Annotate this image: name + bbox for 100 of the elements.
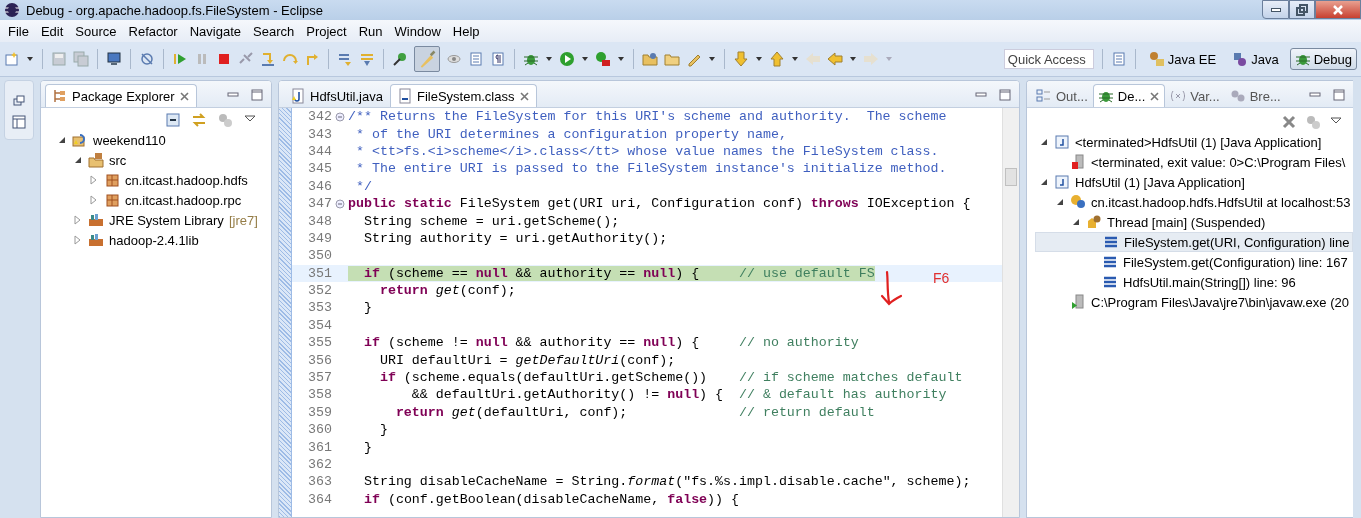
view-tab[interactable]: Package Explorer [45,84,197,107]
menu-item[interactable]: Help [446,21,486,41]
tree-row[interactable]: C:\Program Files\Java\jre7\bin\javaw.exe (20 [1035,292,1353,312]
menu-item[interactable]: Refactor [122,21,184,41]
skip-breakpoints-icon[interactable] [139,51,155,67]
expanded-triangle-icon[interactable] [1039,137,1049,147]
run-tool-icon[interactable] [595,51,611,67]
caret-icon[interactable] [849,55,857,63]
perspective-button[interactable]: Java [1227,48,1284,70]
tree-item[interactable]: src [109,152,127,168]
scrollbar-thumb[interactable] [1005,168,1017,186]
page-icon[interactable] [468,51,484,67]
tree-row[interactable]: FileSystem.get(Configuration) line: 167 [1035,252,1353,272]
left-arrow-icon[interactable] [827,51,843,67]
restore-icon[interactable] [13,95,25,107]
caret-icon[interactable] [26,55,34,63]
maximize-icon[interactable] [251,89,263,101]
eclipse-icon [4,2,20,18]
expanded-triangle-icon[interactable] [73,155,83,165]
menu-item[interactable]: Search [247,21,301,41]
code-line: String authority = uri.getAuthority(); [362,230,668,246]
collapsed-triangle-icon[interactable] [89,175,99,185]
close-button[interactable] [1315,0,1361,19]
perspective-button[interactable]: Java EE [1143,48,1222,70]
editor-tab[interactable]: FileSystem.class [389,84,537,107]
tree-row[interactable]: HdfsUtil (1) [Java Application] [1035,172,1353,192]
monitor-icon[interactable] [106,51,122,67]
close-icon[interactable] [178,90,190,102]
brush-icon[interactable] [414,46,440,72]
caret-icon[interactable] [581,55,589,63]
menu-item[interactable]: File [2,21,35,41]
caret-icon[interactable] [617,55,625,63]
tree-row[interactable]: cn.itcast.hadoop.hdfs.HdfsUtil at localhost:53 [1035,192,1353,212]
expanded-triangle-icon[interactable] [1071,217,1081,227]
panel-icon[interactable] [12,115,26,129]
tree-row[interactable]: HdfsUtil.main(String[]) line: 96 [1035,272,1353,292]
menu-item[interactable]: Project [300,21,353,41]
code-line: } [378,422,388,438]
resume-icon[interactable] [172,51,188,67]
collapse-fold-icon[interactable] [335,111,345,122]
down-arrow-icon[interactable] [733,51,749,67]
folder-icon[interactable] [664,51,680,67]
view-tab[interactable]: Out... [1031,84,1093,107]
open-folder-icon[interactable] [642,51,658,67]
view-tab[interactable]: Bre... [1224,84,1286,107]
gears-icon[interactable] [217,112,233,128]
pilcrow-icon[interactable] [490,51,506,67]
close-icon[interactable] [1149,90,1161,102]
new-file-icon[interactable] [4,51,20,67]
menu-item[interactable]: Source [69,21,123,41]
collapsed-triangle-icon[interactable] [73,235,83,245]
quick-access-field[interactable]: Quick Access [1003,49,1094,69]
run-icon[interactable] [559,51,575,67]
code-comment: // use default FS [739,265,875,281]
menu-item[interactable]: Run [352,21,389,41]
menu-item[interactable]: Window [388,21,447,41]
minimize-button[interactable] [1262,0,1289,19]
tree-row[interactable]: <terminated>HdfsUtil (1) [Java Application] [1035,132,1353,152]
perspective-button[interactable]: Debug [1289,48,1357,70]
expanded-triangle-icon[interactable] [1039,177,1049,187]
java-file-icon [290,88,306,104]
caret-icon[interactable] [708,55,716,63]
open-perspective-icon[interactable] [1110,51,1127,67]
close-icon[interactable] [518,90,530,102]
collapsed-triangle-icon[interactable] [73,215,83,225]
tree-item[interactable]: weekend110 [93,132,166,148]
drop-to-frame-icon[interactable] [337,51,353,67]
editor-tab[interactable]: HdfsUtil.java [283,84,390,107]
caret-icon[interactable] [791,55,799,63]
tree-row[interactable]: Thread [main] (Suspended) [1035,212,1353,232]
expanded-triangle-icon[interactable] [57,135,67,145]
menu-item[interactable]: Edit [34,21,70,41]
collapse-fold-icon[interactable] [335,198,345,209]
code-line: * The entire URI is passed to the FileSystem instance's initialize method. [354,161,947,177]
maximize-icon[interactable] [999,89,1011,101]
tree-item[interactable]: cn.itcast.hadoop.hdfs [125,172,248,188]
step-into-icon[interactable] [260,51,276,67]
tree-item[interactable]: cn.itcast.hadoop.rpc [125,192,242,208]
pin-icon[interactable] [392,51,408,67]
restore-button[interactable] [1289,0,1315,19]
collapsed-triangle-icon[interactable] [89,195,99,205]
tree-item[interactable]: JRE System Library [109,212,224,228]
gears-icon[interactable] [1305,114,1321,130]
tree-item[interactable]: hadoop-2.4.1lib [109,232,199,248]
save-all-icon[interactable] [73,51,89,67]
expanded-triangle-icon[interactable] [1055,197,1065,207]
up-arrow-icon[interactable] [769,51,785,67]
tree-row[interactable]: FileSystem.get(URI, Configuration) line [1035,232,1353,252]
remove-all-icon[interactable] [1281,114,1297,130]
stop-icon[interactable] [216,51,232,67]
tree-row[interactable]: <terminated, exit value: 0>C:\Program Files\ [1035,152,1353,172]
collapse-all-icon[interactable] [165,112,181,128]
caret-icon[interactable] [755,55,763,63]
step-filter-icon[interactable] [359,51,375,67]
link-arrows-icon[interactable] [191,112,207,128]
view-tab[interactable]: De... [1092,84,1166,107]
menu-item[interactable]: Navigate [183,21,247,41]
maximize-icon[interactable] [1333,89,1345,101]
view-tab[interactable]: Var... [1165,84,1225,107]
caret-icon[interactable] [545,55,553,63]
